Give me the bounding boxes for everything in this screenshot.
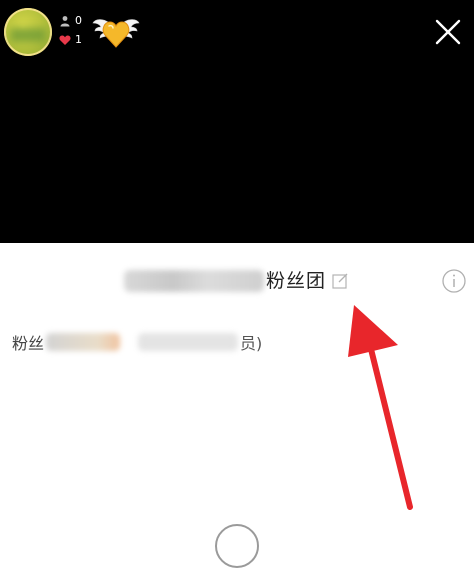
streamer-avatar[interactable] [4, 8, 52, 56]
like-count-row: 1 [59, 33, 82, 47]
winged-heart-icon[interactable] [92, 14, 140, 50]
fan-count-blurred [138, 333, 239, 351]
close-icon [435, 19, 461, 45]
info-icon[interactable] [441, 268, 467, 294]
viewer-count: 0 [75, 14, 82, 27]
fans-suffix: 员) [240, 334, 263, 353]
fan-level-blurred [46, 333, 121, 351]
like-count: 1 [75, 33, 82, 46]
fan-club-title-text: 粉丝团 [265, 270, 326, 292]
heart-icon [59, 35, 71, 45]
fans-label: 粉丝 [12, 334, 45, 353]
close-button[interactable] [428, 12, 468, 52]
fan-count-row: 粉丝 员) [12, 329, 262, 355]
streamer-name-blurred [123, 270, 264, 292]
person-icon [60, 16, 70, 27]
bottom-circle-button[interactable] [215, 524, 259, 568]
edit-icon[interactable] [330, 271, 350, 291]
fan-club-title: 粉丝团 [0, 267, 474, 295]
viewer-count-row: 0 [59, 14, 82, 28]
